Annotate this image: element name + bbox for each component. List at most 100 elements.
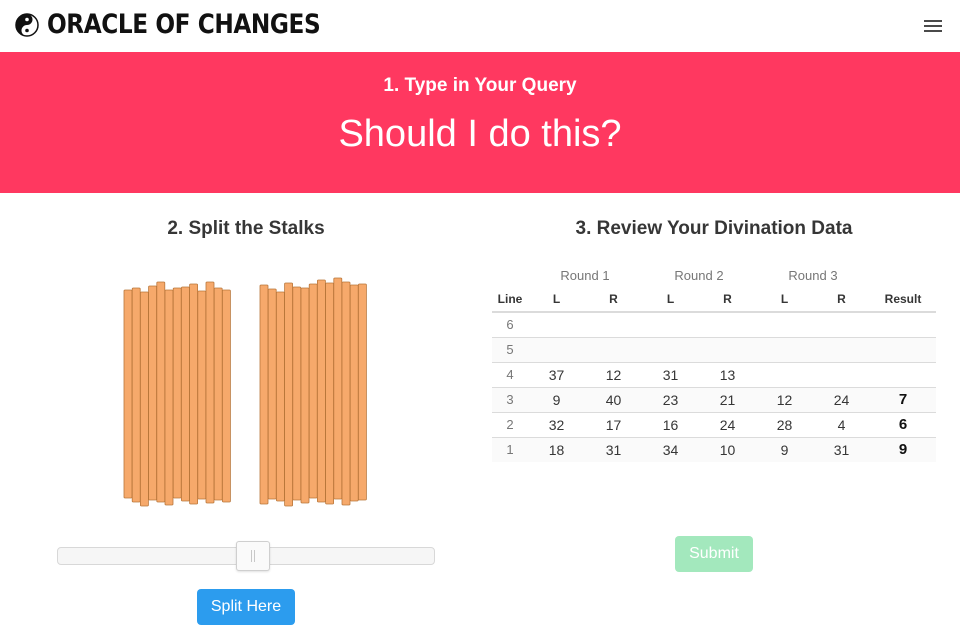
query-step-label: 1. Type in Your Query bbox=[383, 75, 577, 96]
cell: 9 bbox=[528, 387, 585, 413]
cell: 21 bbox=[699, 387, 756, 413]
brand-title: ORACLE OF CHANGES bbox=[47, 9, 321, 40]
cell: 13 bbox=[699, 362, 756, 388]
column-header-row: Line L R L R L R Result bbox=[492, 287, 936, 313]
yarrow-stalk bbox=[131, 287, 141, 503]
cell: 34 bbox=[642, 437, 699, 462]
cell bbox=[699, 312, 756, 338]
cell: 24 bbox=[813, 387, 870, 413]
yarrow-stalk bbox=[300, 287, 310, 504]
stalks-graphic[interactable] bbox=[120, 270, 380, 515]
yarrow-stalk bbox=[213, 287, 223, 501]
table-row: 2 32 17 16 24 28 4 6 bbox=[492, 412, 936, 438]
cell: 32 bbox=[528, 412, 585, 438]
yarrow-stalk bbox=[197, 290, 207, 500]
cell: 40 bbox=[585, 387, 642, 413]
cell: 28 bbox=[756, 412, 813, 438]
cell: 31 bbox=[642, 362, 699, 388]
yarrow-stalk bbox=[267, 288, 277, 500]
divination-table: Round 1 Round 2 Round 3 Line L R L R L R… bbox=[492, 263, 936, 462]
round-header: Round 3 bbox=[788, 267, 838, 283]
result-cell: 6 bbox=[870, 412, 936, 438]
round-header: Round 1 bbox=[560, 267, 610, 283]
yarrow-stalk bbox=[292, 286, 302, 501]
cell: 17 bbox=[585, 412, 642, 438]
yarrow-stalk bbox=[284, 282, 294, 507]
cell bbox=[813, 312, 870, 338]
yarrow-stalk bbox=[349, 284, 359, 502]
cell: 12 bbox=[585, 362, 642, 388]
brand[interactable]: ORACLE OF CHANGES bbox=[15, 9, 365, 41]
query-text[interactable]: Should I do this? bbox=[0, 112, 960, 156]
line-number: 1 bbox=[492, 437, 528, 462]
line-number: 5 bbox=[492, 337, 528, 363]
yarrow-stalk bbox=[205, 281, 215, 504]
yarrow-stalk bbox=[181, 286, 190, 502]
cell: 23 bbox=[642, 387, 699, 413]
cell: 12 bbox=[756, 387, 813, 413]
line-number: 3 bbox=[492, 387, 528, 413]
table-row: 3 9 40 23 21 12 24 7 bbox=[492, 387, 936, 413]
yarrow-stalk bbox=[333, 277, 343, 500]
cell bbox=[813, 337, 870, 363]
column-header: L bbox=[642, 287, 699, 313]
column-header: R bbox=[585, 287, 642, 313]
result-cell: 7 bbox=[870, 387, 936, 413]
yarrow-stalk bbox=[308, 283, 318, 499]
result-cell bbox=[870, 337, 936, 363]
table-row: 4 37 12 31 13 bbox=[492, 362, 936, 388]
cell bbox=[528, 312, 585, 338]
yarrow-stalk bbox=[316, 279, 326, 503]
table-row: 6 bbox=[492, 312, 936, 338]
yarrow-stalk bbox=[259, 284, 269, 505]
cell bbox=[756, 337, 813, 363]
table-row: 5 bbox=[492, 337, 936, 363]
line-number: 6 bbox=[492, 312, 528, 338]
column-header: Line bbox=[492, 287, 528, 313]
yarrow-stalk bbox=[222, 289, 231, 503]
cell bbox=[813, 362, 870, 388]
column-header: L bbox=[528, 287, 585, 313]
result-cell: 9 bbox=[870, 437, 936, 462]
column-header: L bbox=[756, 287, 813, 313]
yarrow-stalk bbox=[275, 291, 285, 502]
yarrow-stalk bbox=[357, 283, 367, 501]
yarrow-stalk bbox=[341, 281, 351, 506]
cell: 9 bbox=[756, 437, 813, 462]
slider-handle[interactable] bbox=[236, 541, 270, 571]
result-cell bbox=[870, 312, 936, 338]
split-stalks-title: 2. Split the Stalks bbox=[167, 218, 325, 239]
cell bbox=[699, 337, 756, 363]
cell: 37 bbox=[528, 362, 585, 388]
cell: 31 bbox=[813, 437, 870, 462]
submit-button[interactable]: Submit bbox=[675, 536, 753, 572]
line-number: 2 bbox=[492, 412, 528, 438]
yarrow-stalk bbox=[139, 291, 149, 507]
split-slider[interactable] bbox=[57, 541, 435, 571]
line-number: 4 bbox=[492, 362, 528, 388]
cell: 18 bbox=[528, 437, 585, 462]
hamburger-menu-icon[interactable] bbox=[924, 18, 942, 34]
stalks-area[interactable] bbox=[120, 270, 380, 515]
cell: 24 bbox=[699, 412, 756, 438]
divination-data-title: 3. Review Your Divination Data bbox=[575, 218, 853, 239]
cell bbox=[642, 312, 699, 338]
cell: 16 bbox=[642, 412, 699, 438]
cell bbox=[585, 312, 642, 338]
split-here-button[interactable]: Split Here bbox=[197, 589, 295, 625]
yarrow-stalk bbox=[156, 281, 166, 503]
yarrow-stalk bbox=[189, 283, 198, 505]
yin-yang-icon bbox=[15, 13, 39, 37]
result-cell bbox=[870, 362, 936, 388]
column-header: R bbox=[813, 287, 870, 313]
yarrow-stalk bbox=[148, 285, 158, 501]
column-header: R bbox=[699, 287, 756, 313]
query-hero: 1. Type in Your Query Should I do this? bbox=[0, 52, 960, 193]
column-header: Result bbox=[870, 287, 936, 313]
cell bbox=[756, 362, 813, 388]
yarrow-stalk bbox=[164, 289, 174, 506]
yarrow-stalk bbox=[172, 287, 182, 499]
table-row: 1 18 31 34 10 9 31 9 bbox=[492, 437, 936, 462]
cell bbox=[585, 337, 642, 363]
cell bbox=[528, 337, 585, 363]
